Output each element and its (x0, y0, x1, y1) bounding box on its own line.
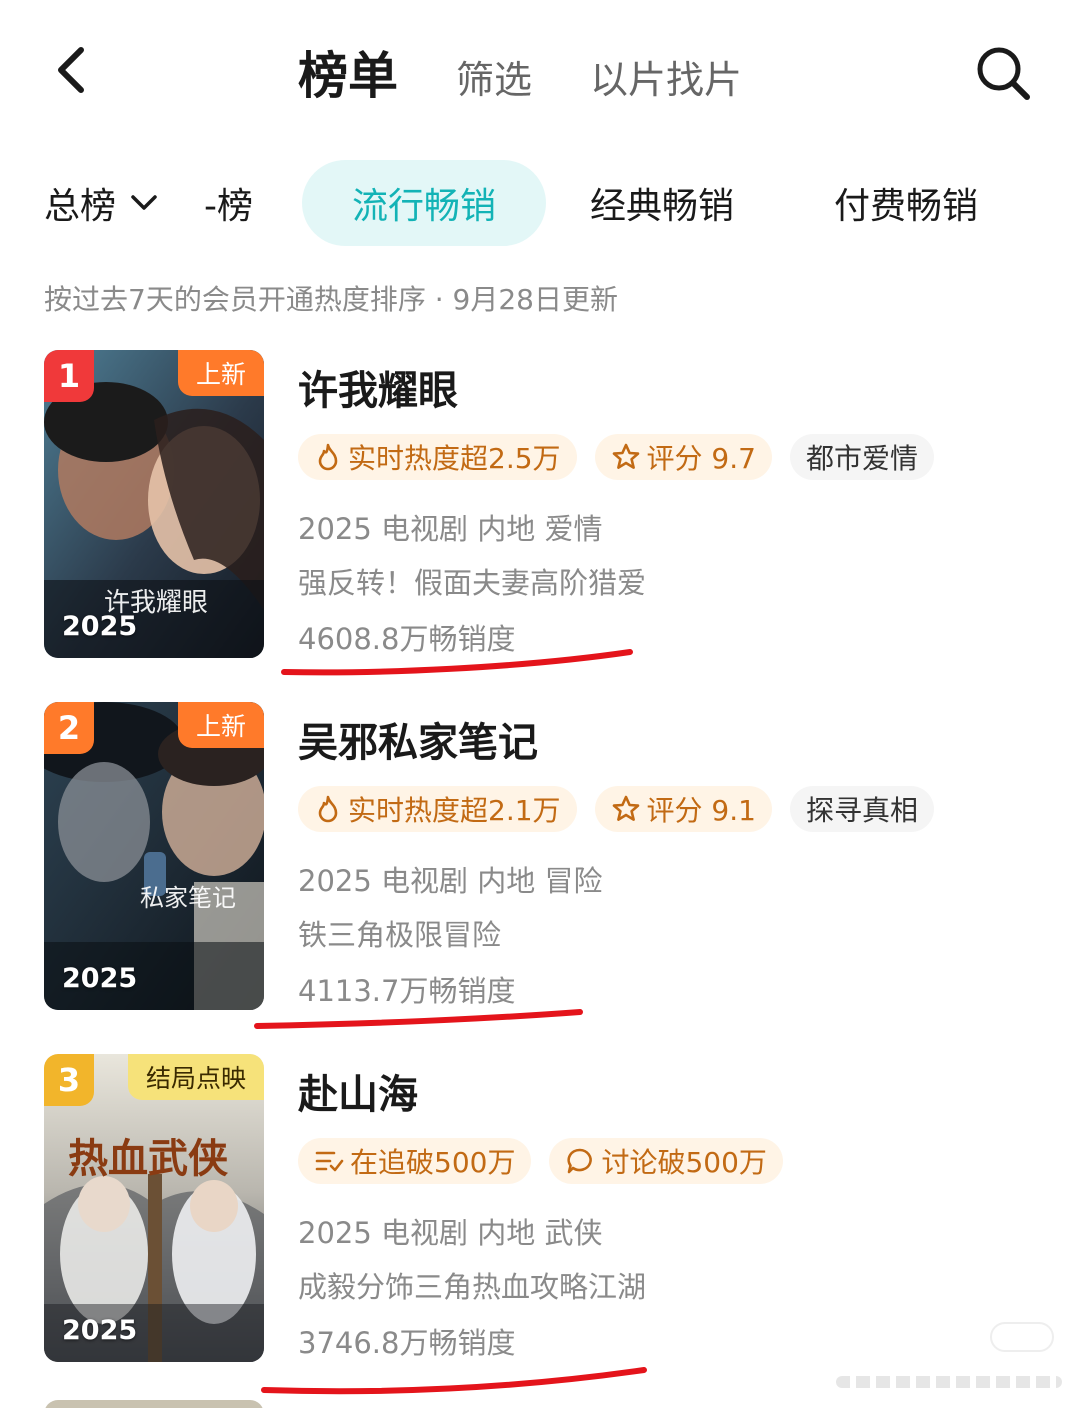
new-badge: 上新 (177, 702, 264, 748)
tag-row: 在追破500万 讨论破500万 (298, 1138, 783, 1184)
tag-row: 实时热度超2.1万 评分 9.1 探寻真相 (298, 786, 934, 832)
category-tabs: 总榜 -榜 流行畅销 经典畅销 付费畅销 (0, 160, 1080, 246)
item-tagline: 强反转！假面夫妻高阶猎爱 (298, 566, 647, 600)
list-item[interactable]: 热血武侠 3 结局点映 2025 赴山海 在追破500万 讨论破500万 202… (0, 1054, 1080, 1395)
watermark-logo (990, 1322, 1054, 1352)
red-underline (261, 1367, 647, 1395)
sales-value: 3746.8万畅销度 (298, 1326, 516, 1360)
ranking-description: 按过去7天的会员开通热度排序 · 9月28日更新 (44, 283, 618, 316)
following-label: 在追破500万 (350, 1146, 516, 1179)
poster-year: 2025 (62, 611, 138, 642)
poster[interactable]: 热血武侠 3 结局点映 2025 (44, 1054, 264, 1362)
tab-filter[interactable]: 筛选 (456, 49, 532, 104)
dropdown-label: 总榜 (44, 186, 117, 227)
item-meta: 2025 电视剧 内地 冒险 (298, 864, 603, 898)
home-indicator (836, 1376, 1062, 1388)
poster-year: 2025 (62, 963, 138, 994)
discussion-label: 讨论破500万 (601, 1146, 767, 1179)
rank-badge: 2 (44, 702, 94, 754)
item-tagline: 成毅分饰三角热血攻略江湖 (298, 1270, 647, 1304)
tab-paid-bestselling[interactable]: 付费畅销 (834, 160, 978, 246)
flame-icon (318, 443, 338, 471)
tab-popular-bestselling[interactable]: 流行畅销 (302, 160, 546, 246)
rating-tag: 评分 9.7 (594, 434, 772, 480)
tab-list[interactable]: -榜 (204, 160, 253, 246)
poster-year: 2025 (62, 1315, 138, 1346)
list-item[interactable]: 许我耀眼 1 上新 2025 许我耀眼 实时热度超2.5万 评分 9.7 都市爱… (0, 350, 1080, 676)
new-badge: 上新 (177, 350, 264, 396)
finale-badge: 结局点映 (127, 1054, 264, 1100)
search-icon (977, 47, 1030, 100)
next-item-poster-peek (44, 1400, 264, 1408)
top-bar: 榜单 筛选 以片找片 (0, 0, 1080, 140)
chevron-left-icon (58, 47, 84, 93)
chevron-down-icon (131, 195, 157, 210)
overall-ranking-dropdown[interactable]: 总榜 (44, 160, 158, 246)
tab-classic-bestselling[interactable]: 经典畅销 (590, 160, 734, 246)
heat-label: 实时热度超2.5万 (348, 442, 561, 475)
search-button[interactable] (970, 40, 1036, 106)
poster[interactable]: 私家笔记 2 上新 2025 (44, 702, 264, 1010)
rating-label: 评分 9.1 (646, 794, 756, 827)
star-icon (612, 795, 639, 821)
red-underline (254, 1009, 583, 1029)
rank-badge: 1 (44, 350, 94, 402)
rank-badge: 3 (44, 1054, 94, 1106)
red-underline (281, 649, 633, 676)
flame-icon (318, 795, 338, 823)
tab-ranking[interactable]: 榜单 (298, 36, 398, 108)
tab-find-by-film[interactable]: 以片找片 (590, 49, 742, 104)
item-meta: 2025 电视剧 内地 爱情 (298, 512, 603, 546)
poster-title-art: 私家笔记 (140, 884, 236, 912)
discussion-tag: 讨论破500万 (549, 1138, 783, 1184)
star-icon (612, 443, 639, 469)
heat-tag: 实时热度超2.1万 (298, 786, 577, 832)
item-tagline: 铁三角极限冒险 (298, 918, 502, 952)
rating-label: 评分 9.7 (646, 442, 756, 475)
item-title[interactable]: 吴邪私家笔记 (298, 710, 538, 768)
list-item[interactable]: 私家笔记 2 上新 2025 吴邪私家笔记 实时热度超2.1万 评分 9.1 探… (0, 702, 1080, 1029)
chat-bubble-icon (567, 1148, 593, 1174)
back-button[interactable] (40, 40, 100, 100)
genre-tag: 都市爱情 (789, 434, 934, 480)
poster[interactable]: 许我耀眼 1 上新 2025 (44, 350, 264, 658)
heat-label: 实时热度超2.1万 (348, 794, 561, 827)
item-title[interactable]: 许我耀眼 (298, 358, 458, 416)
item-title[interactable]: 赴山海 (298, 1062, 418, 1120)
rating-tag: 评分 9.1 (594, 786, 772, 832)
genre-tag: 探寻真相 (789, 786, 934, 832)
heat-tag: 实时热度超2.5万 (298, 434, 577, 480)
tag-row: 实时热度超2.5万 评分 9.7 都市爱情 (298, 434, 934, 480)
following-tag: 在追破500万 (298, 1138, 532, 1184)
poster-title-art: 热血武侠 (68, 1135, 228, 1182)
top-tabs: 榜单 筛选 以片找片 (298, 36, 742, 108)
list-icon (315, 1151, 344, 1172)
item-meta: 2025 电视剧 内地 武侠 (298, 1216, 603, 1250)
